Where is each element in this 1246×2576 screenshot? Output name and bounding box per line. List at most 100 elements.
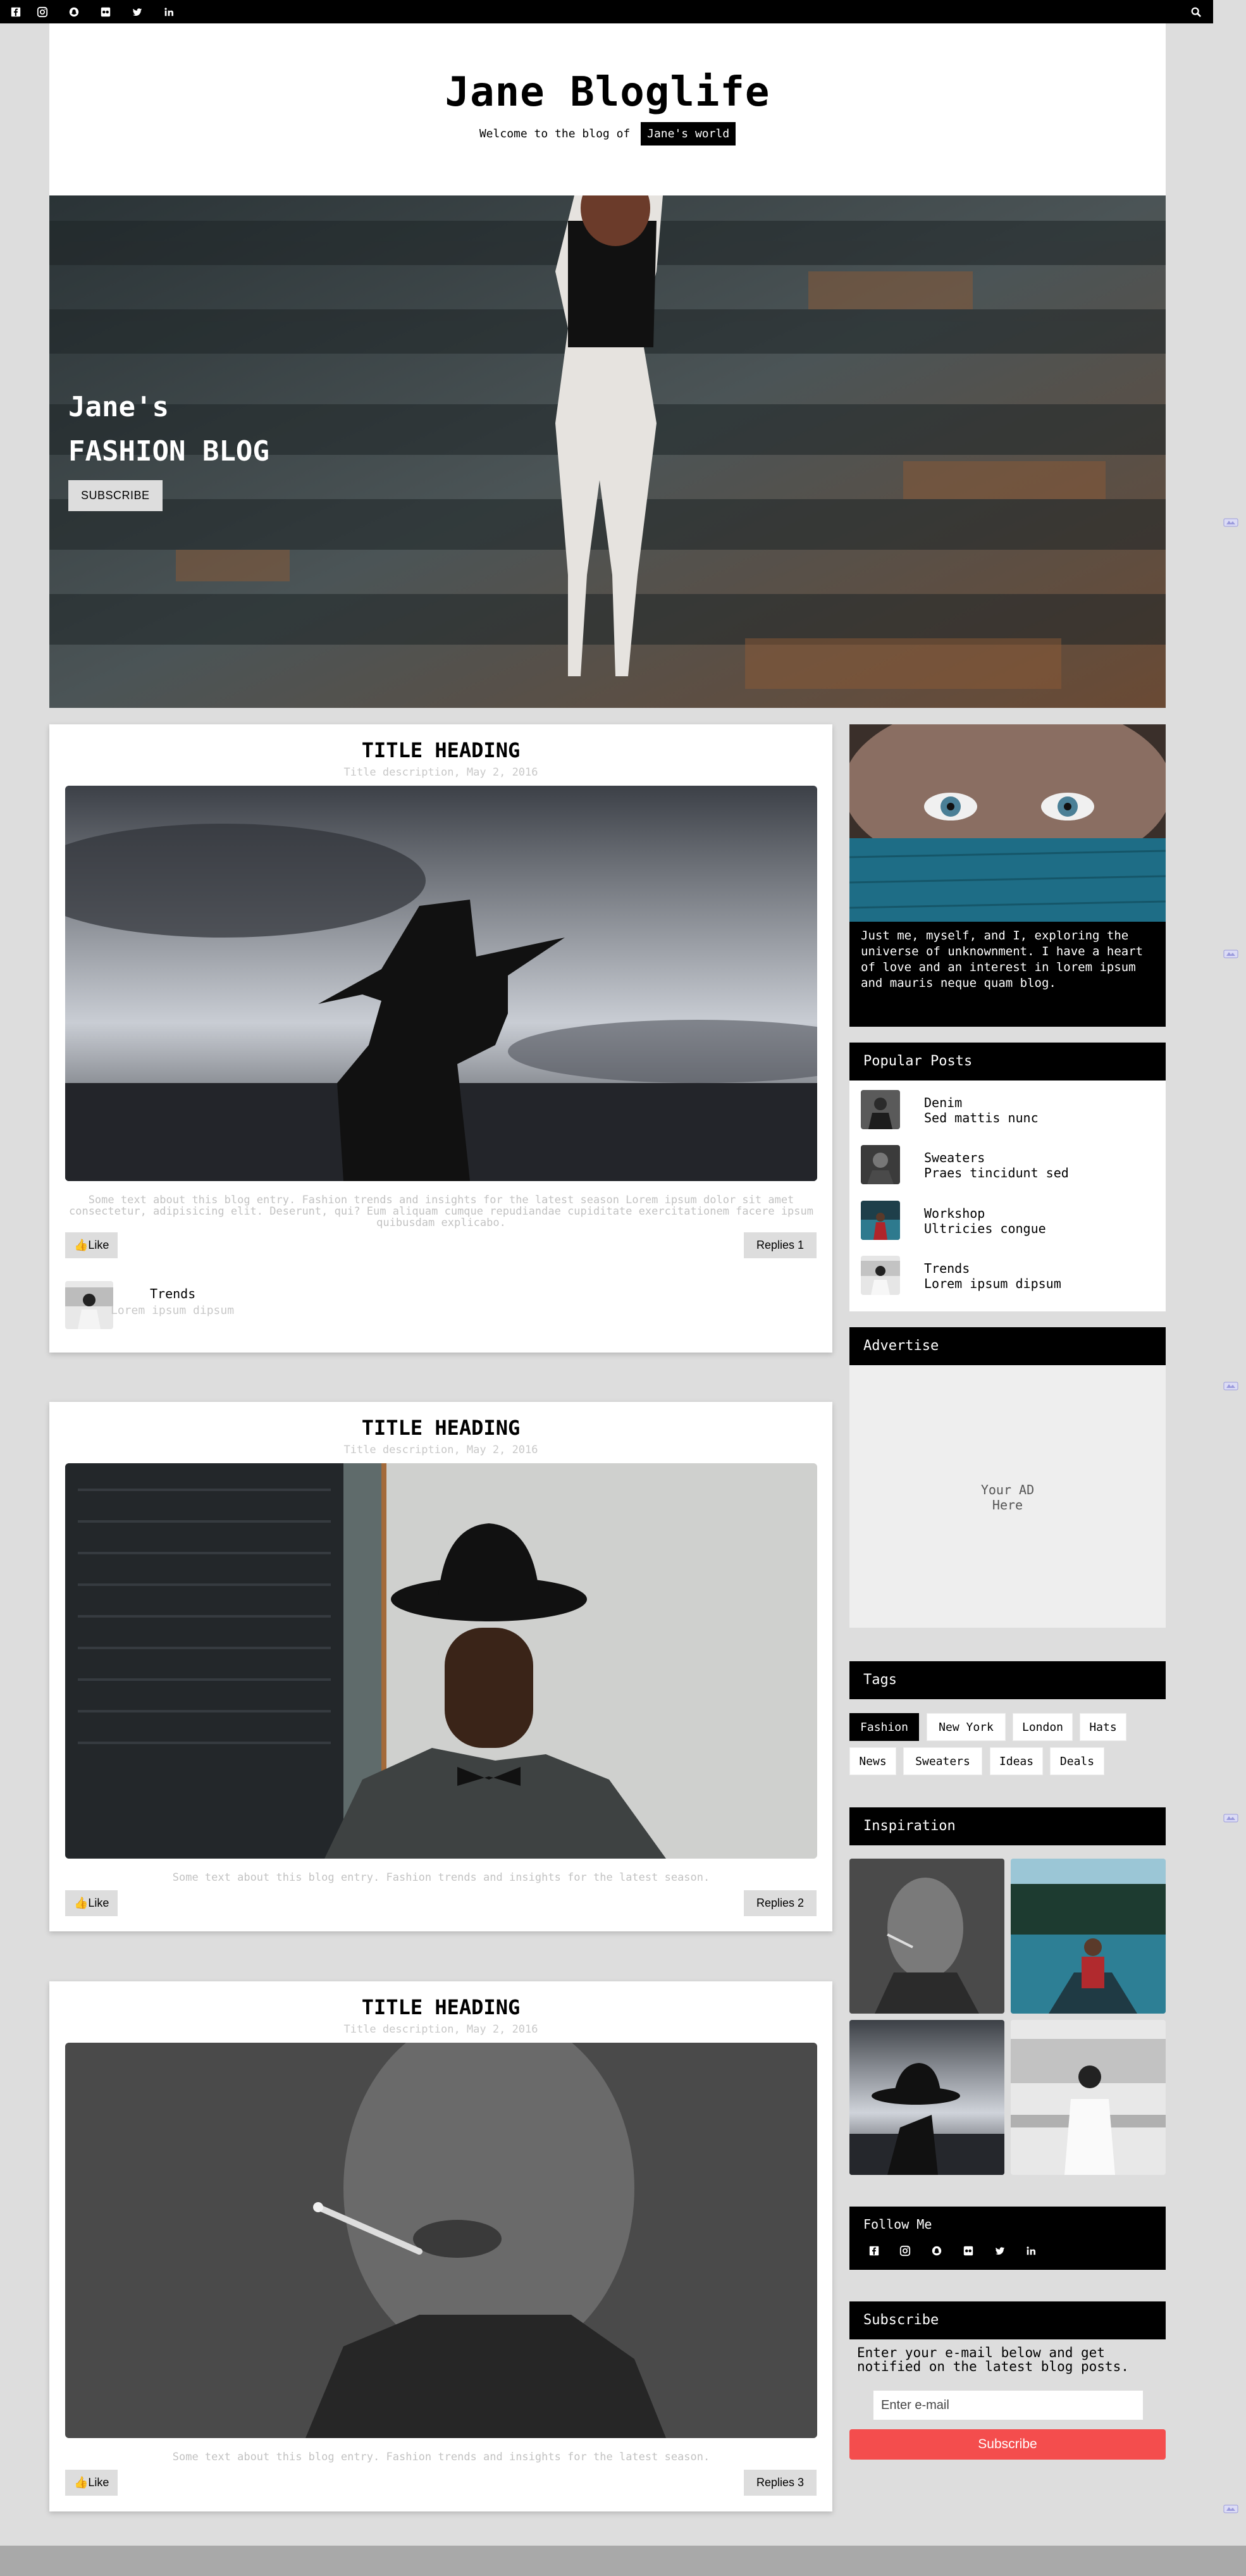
inspiration-card: Inspiration bbox=[849, 1807, 1166, 1845]
post-title: TITLE HEADING bbox=[361, 738, 521, 762]
footer bbox=[0, 2546, 1246, 2576]
snapchat-icon[interactable] bbox=[58, 0, 90, 23]
thumbs-up-icon: 👍 bbox=[74, 1239, 89, 1251]
site-tagline: Welcome to the blog of Jane's world bbox=[49, 122, 1166, 146]
twitter-icon[interactable] bbox=[121, 0, 153, 23]
advertise-heading: Advertise bbox=[849, 1327, 1166, 1365]
tag-new-york[interactable]: New York bbox=[927, 1713, 1006, 1741]
replies-button[interactable]: Replies 2 bbox=[743, 1890, 817, 1916]
facebook-icon[interactable] bbox=[858, 2238, 890, 2263]
tag-news[interactable]: News bbox=[849, 1747, 896, 1775]
like-label: Like bbox=[88, 2476, 109, 2489]
popular-post-title: Sweaters bbox=[924, 1150, 985, 1165]
hero-text: Jane's FASHION BLOG SUBSCRIBE bbox=[68, 385, 269, 511]
twitter-icon[interactable] bbox=[984, 2238, 1016, 2263]
tag-fashion[interactable]: Fashion bbox=[849, 1713, 919, 1741]
like-button[interactable]: 👍Like bbox=[65, 1232, 118, 1258]
thumbs-up-icon: 👍 bbox=[74, 2476, 89, 2489]
inspiration-image[interactable] bbox=[849, 1859, 1004, 2014]
top-navbar bbox=[0, 0, 1213, 23]
like-label: Like bbox=[88, 1239, 109, 1251]
snapchat-icon[interactable] bbox=[921, 2238, 953, 2263]
post-description: Title description, May 2, 2016 bbox=[343, 2023, 538, 2036]
popular-post-item[interactable]: Trends Lorem ipsum dipsum bbox=[861, 1256, 1152, 1296]
tags-card: Tags bbox=[849, 1661, 1166, 1699]
post-description: Title description, May 2, 2016 bbox=[343, 766, 538, 779]
inspiration-image[interactable] bbox=[1011, 2020, 1166, 2175]
ad-line-1: Your AD bbox=[980, 1482, 1035, 1497]
tag-london[interactable]: London bbox=[1013, 1713, 1073, 1741]
post-description: Title description, May 2, 2016 bbox=[343, 1444, 538, 1456]
subscribe-card: Subscribe bbox=[849, 2301, 1166, 2339]
scroll-marker-icon[interactable] bbox=[1223, 949, 1238, 958]
hero-subscribe-button[interactable]: SUBSCRIBE bbox=[68, 480, 163, 511]
replies-button[interactable]: Replies 3 bbox=[743, 2470, 817, 2496]
masthead: Jane Bloglife Welcome to the blog of Jan… bbox=[49, 23, 1166, 195]
scroll-marker-icon[interactable] bbox=[1223, 1813, 1238, 1823]
scroll-marker-icon[interactable] bbox=[1223, 2504, 1238, 2513]
ad-line-2: Here bbox=[992, 1497, 1023, 1513]
popular-post-title: Workshop bbox=[924, 1206, 985, 1221]
tags-heading: Tags bbox=[849, 1661, 1166, 1699]
like-button[interactable]: 👍Like bbox=[65, 2470, 118, 2496]
hero-banner: Jane's FASHION BLOG SUBSCRIBE bbox=[49, 195, 1166, 708]
subscribe-heading: Subscribe bbox=[849, 2301, 1166, 2339]
popular-post-thumb bbox=[861, 1201, 900, 1240]
scroll-marker-icon[interactable] bbox=[1223, 1381, 1238, 1390]
thumbs-up-icon: 👍 bbox=[74, 1897, 89, 1909]
post-text: Some text about this blog entry. Fashion… bbox=[68, 1194, 813, 1229]
popular-post-title: Denim bbox=[924, 1095, 963, 1110]
hero-line-2: FASHION BLOG bbox=[68, 435, 269, 468]
inspiration-heading: Inspiration bbox=[849, 1807, 1166, 1845]
tag-hats[interactable]: Hats bbox=[1080, 1713, 1126, 1741]
blog-post: TITLE HEADING Title description, May 2, … bbox=[49, 724, 832, 1353]
reply-name: Trends bbox=[150, 1286, 196, 1301]
popular-post-sub: Lorem ipsum dipsum bbox=[924, 1276, 1061, 1291]
inspiration-image[interactable] bbox=[849, 2020, 1004, 2175]
linkedin-icon[interactable] bbox=[153, 0, 185, 23]
tag-sweaters[interactable]: Sweaters bbox=[903, 1747, 982, 1775]
popular-post-item[interactable]: Workshop Ultricies congue bbox=[861, 1201, 1152, 1241]
replies-button[interactable]: Replies 1 bbox=[743, 1232, 817, 1258]
ad-text: Your AD Here bbox=[849, 1482, 1166, 1513]
flickr-icon[interactable] bbox=[953, 2238, 984, 2263]
email-field[interactable] bbox=[873, 2390, 1144, 2420]
popular-post-thumb bbox=[861, 1145, 900, 1184]
popular-post-item[interactable]: Sweaters Praes tincidunt sed bbox=[861, 1145, 1152, 1186]
popular-post-sub: Sed mattis nunc bbox=[924, 1110, 1039, 1125]
subscribe-button[interactable]: Subscribe bbox=[849, 2429, 1166, 2460]
popular-post-thumb bbox=[861, 1090, 900, 1129]
follow-heading: Follow Me bbox=[863, 2217, 932, 2232]
tagline-text: Welcome to the blog of bbox=[479, 127, 631, 140]
instagram-icon[interactable] bbox=[27, 0, 58, 23]
like-button[interactable]: 👍Like bbox=[65, 1890, 118, 1916]
tag-deals[interactable]: Deals bbox=[1050, 1747, 1104, 1775]
like-label: Like bbox=[88, 1897, 109, 1909]
advertise-card: Advertise bbox=[849, 1327, 1166, 1365]
subscribe-description: Enter your e-mail below and get notified… bbox=[857, 2345, 1129, 2374]
about-text: Just me, myself, and I, exploring the un… bbox=[861, 929, 1144, 990]
popular-post-item[interactable]: Denim Sed mattis nunc bbox=[861, 1090, 1152, 1130]
tag-ideas[interactable]: Ideas bbox=[990, 1747, 1043, 1775]
follow-card: Follow Me bbox=[849, 2207, 1166, 2270]
flickr-icon[interactable] bbox=[90, 0, 121, 23]
hero-line-1: Jane's bbox=[68, 391, 169, 423]
scroll-marker-icon[interactable] bbox=[1223, 517, 1238, 527]
popular-posts-card: Popular Posts Denim Sed mattis nunc Swea… bbox=[849, 1043, 1166, 1311]
popular-post-title: Trends bbox=[924, 1261, 970, 1276]
post-image bbox=[65, 1463, 817, 1859]
linkedin-icon[interactable] bbox=[1015, 2238, 1047, 2263]
blog-post: TITLE HEADING Title description, May 2, … bbox=[49, 1981, 832, 2511]
about-card: Just me, myself, and I, exploring the un… bbox=[849, 724, 1166, 1027]
ad-slot[interactable]: Your AD Here bbox=[849, 1365, 1166, 1628]
search-icon[interactable] bbox=[1179, 0, 1213, 23]
inspiration-image[interactable] bbox=[1011, 1859, 1166, 2014]
popular-posts-heading: Popular Posts bbox=[849, 1043, 1166, 1081]
post-title: TITLE HEADING bbox=[361, 1416, 521, 1440]
blog-post: TITLE HEADING Title description, May 2, … bbox=[49, 1402, 832, 1931]
post-image bbox=[65, 2043, 817, 2438]
popular-post-sub: Ultricies congue bbox=[924, 1221, 1046, 1236]
post-text: Some text about this blog entry. Fashion… bbox=[172, 1871, 710, 1884]
site-title: Jane Bloglife bbox=[445, 69, 770, 116]
instagram-icon[interactable] bbox=[889, 2238, 921, 2263]
